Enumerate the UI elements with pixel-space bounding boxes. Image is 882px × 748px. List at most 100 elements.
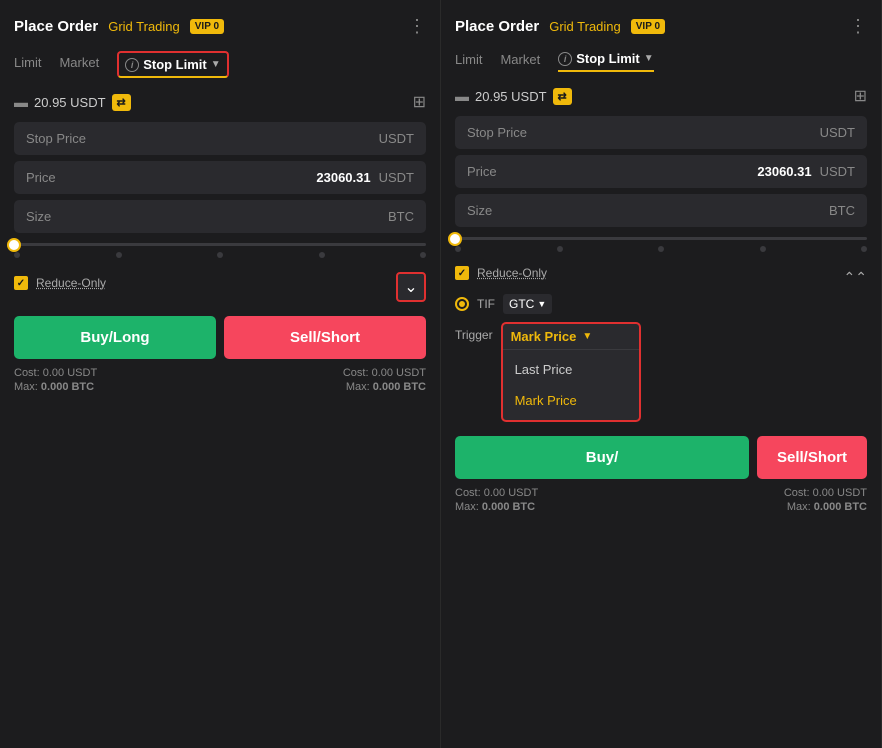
left-balance-left: ▬ 20.95 USDT ⇄	[14, 94, 131, 111]
right-vip-badge: VIP 0	[631, 19, 665, 34]
left-tabs: Limit Market i Stop Limit ▼	[14, 51, 426, 78]
left-cost-col: Cost: 0.00 USDT Max: 0.000 BTC	[14, 367, 97, 393]
left-size-label: Size	[26, 209, 51, 224]
right-balance-text: 20.95 USDT	[475, 89, 547, 104]
right-trigger-menu: Last Price Mark Price	[503, 350, 639, 420]
right-slider-dot-2	[658, 246, 664, 252]
right-tif-label: TIF	[477, 297, 495, 311]
right-price-field[interactable]: Price 23060.31 USDT	[455, 155, 867, 188]
left-slider-thumb[interactable]	[7, 238, 21, 252]
right-slider-dots	[455, 246, 867, 252]
right-tab-stop-limit[interactable]: i Stop Limit ▼	[558, 51, 653, 72]
right-gtc-select[interactable]: GTC ▼	[503, 294, 552, 314]
right-cost-col-left: Cost: 0.00 USDT Max: 0.000 BTC	[455, 487, 538, 513]
left-reduce-only-label: Reduce-Only	[36, 276, 106, 290]
left-slider-dot-2	[217, 252, 223, 258]
right-calc-icon[interactable]: ⊞	[854, 86, 867, 106]
right-more-icon[interactable]: ⋮	[849, 16, 867, 37]
left-balance-row: ▬ 20.95 USDT ⇄ ⊞	[14, 92, 426, 112]
right-header: Place Order Grid Trading VIP 0 ⋮	[455, 16, 867, 37]
left-panel: Place Order Grid Trading VIP 0 ⋮ Limit M…	[0, 0, 441, 748]
left-cost-max-row: Cost: 0.00 USDT Max: 0.000 BTC Cost: 0.0…	[14, 367, 426, 393]
right-tabs: Limit Market i Stop Limit ▼	[455, 51, 867, 72]
right-slider-row[interactable]	[455, 237, 867, 252]
right-grid-trading-link[interactable]: Grid Trading	[549, 19, 621, 34]
right-reduce-only-label: Reduce-Only	[477, 266, 547, 280]
right-stop-price-unit: USDT	[820, 125, 855, 140]
right-tab-market[interactable]: Market	[500, 52, 540, 71]
left-slider-row[interactable]	[14, 243, 426, 258]
left-cost-right-label: Cost: 0.00 USDT	[343, 367, 426, 379]
right-tif-radio-inner	[459, 301, 465, 307]
right-slider-thumb[interactable]	[448, 232, 462, 246]
left-stop-price-field[interactable]: Stop Price USDT	[14, 122, 426, 155]
left-slider-dot-4	[420, 252, 426, 258]
right-gtc-arrow-icon: ▼	[537, 299, 546, 309]
left-stop-price-unit: USDT	[379, 131, 414, 146]
right-stop-price-field[interactable]: Stop Price USDT	[455, 116, 867, 149]
right-stop-price-label: Stop Price	[467, 125, 527, 140]
left-transfer-icon[interactable]: ⇄	[112, 94, 131, 111]
right-max-left-label: Max: 0.000 BTC	[455, 501, 538, 513]
right-tab-limit[interactable]: Limit	[455, 52, 482, 71]
left-cost-label: Cost: 0.00 USDT	[14, 367, 97, 379]
left-max-label: Max: 0.000 BTC	[14, 381, 97, 393]
left-tab-dropdown-arrow: ▼	[211, 59, 221, 70]
left-expand-button[interactable]: ⌄	[396, 272, 426, 302]
left-slider-dot-1	[116, 252, 122, 258]
right-size-label: Size	[467, 203, 492, 218]
left-cost-col-right: Cost: 0.00 USDT Max: 0.000 BTC	[343, 367, 426, 393]
left-header: Place Order Grid Trading VIP 0 ⋮	[14, 16, 426, 37]
left-max-right-label: Max: 0.000 BTC	[343, 381, 426, 393]
left-grid-trading-link[interactable]: Grid Trading	[108, 19, 180, 34]
left-tab-limit[interactable]: Limit	[14, 55, 41, 74]
left-slider-dots	[14, 252, 426, 258]
right-balance-row: ▬ 20.95 USDT ⇄ ⊞	[455, 86, 867, 106]
left-header-left: Place Order Grid Trading VIP 0	[14, 18, 224, 35]
right-tif-radio[interactable]	[455, 297, 469, 311]
right-tif-row: TIF GTC ▼	[455, 294, 867, 314]
left-vip-badge: VIP 0	[190, 19, 224, 34]
right-trigger-option-mark-price[interactable]: Mark Price	[503, 385, 639, 416]
left-price-value: 23060.31	[316, 170, 370, 185]
right-sell-button[interactable]: Sell/Short	[757, 436, 867, 479]
right-slider-track	[455, 237, 867, 240]
right-slider-dot-3	[760, 246, 766, 252]
left-price-label: Price	[26, 170, 56, 185]
left-chevron-down-icon: ⌄	[404, 277, 417, 297]
left-price-field[interactable]: Price 23060.31 USDT	[14, 161, 426, 194]
right-card-icon: ▬	[455, 88, 469, 104]
right-max-right-label: Max: 0.000 BTC	[784, 501, 867, 513]
left-reduce-only-row: ✓ Reduce-Only	[14, 276, 106, 290]
left-more-icon[interactable]: ⋮	[408, 16, 426, 37]
right-trigger-label: Trigger	[455, 322, 493, 342]
right-tab-dropdown-arrow: ▼	[644, 53, 654, 64]
right-reduce-only-row: ✓ Reduce-Only	[455, 266, 547, 280]
left-tab-market[interactable]: Market	[59, 55, 99, 74]
right-price-unit: USDT	[820, 164, 855, 179]
right-cost-left-label: Cost: 0.00 USDT	[455, 487, 538, 499]
right-collapse-button[interactable]: ⌃⌃	[844, 269, 867, 286]
left-balance-text: 20.95 USDT	[34, 95, 106, 110]
right-size-field[interactable]: Size BTC	[455, 194, 867, 227]
right-transfer-icon[interactable]: ⇄	[553, 88, 572, 105]
left-buy-button[interactable]: Buy/Long	[14, 316, 216, 359]
right-header-left: Place Order Grid Trading VIP 0	[455, 18, 665, 35]
right-buy-button[interactable]: Buy/	[455, 436, 749, 479]
left-sell-button[interactable]: Sell/Short	[224, 316, 426, 359]
right-trigger-arrow-icon: ▼	[582, 331, 592, 342]
left-slider-track	[14, 243, 426, 246]
right-trigger-dropdown[interactable]: Mark Price ▼ Last Price Mark Price	[501, 322, 641, 422]
left-card-icon: ▬	[14, 94, 28, 110]
left-tab-stop-limit[interactable]: i Stop Limit ▼	[117, 51, 228, 78]
right-cost-max-row: Cost: 0.00 USDT Max: 0.000 BTC Cost: 0.0…	[455, 487, 867, 513]
left-place-order-title: Place Order	[14, 18, 98, 35]
left-size-field[interactable]: Size BTC	[14, 200, 426, 233]
right-trigger-option-last-price[interactable]: Last Price	[503, 354, 639, 385]
left-calc-icon[interactable]: ⊞	[413, 92, 426, 112]
right-tab-info-icon: i	[558, 52, 572, 66]
left-price-unit: USDT	[379, 170, 414, 185]
left-reduce-only-checkbox[interactable]: ✓	[14, 276, 28, 290]
right-reduce-only-checkbox[interactable]: ✓	[455, 266, 469, 280]
right-trigger-selected[interactable]: Mark Price ▼	[503, 324, 639, 349]
